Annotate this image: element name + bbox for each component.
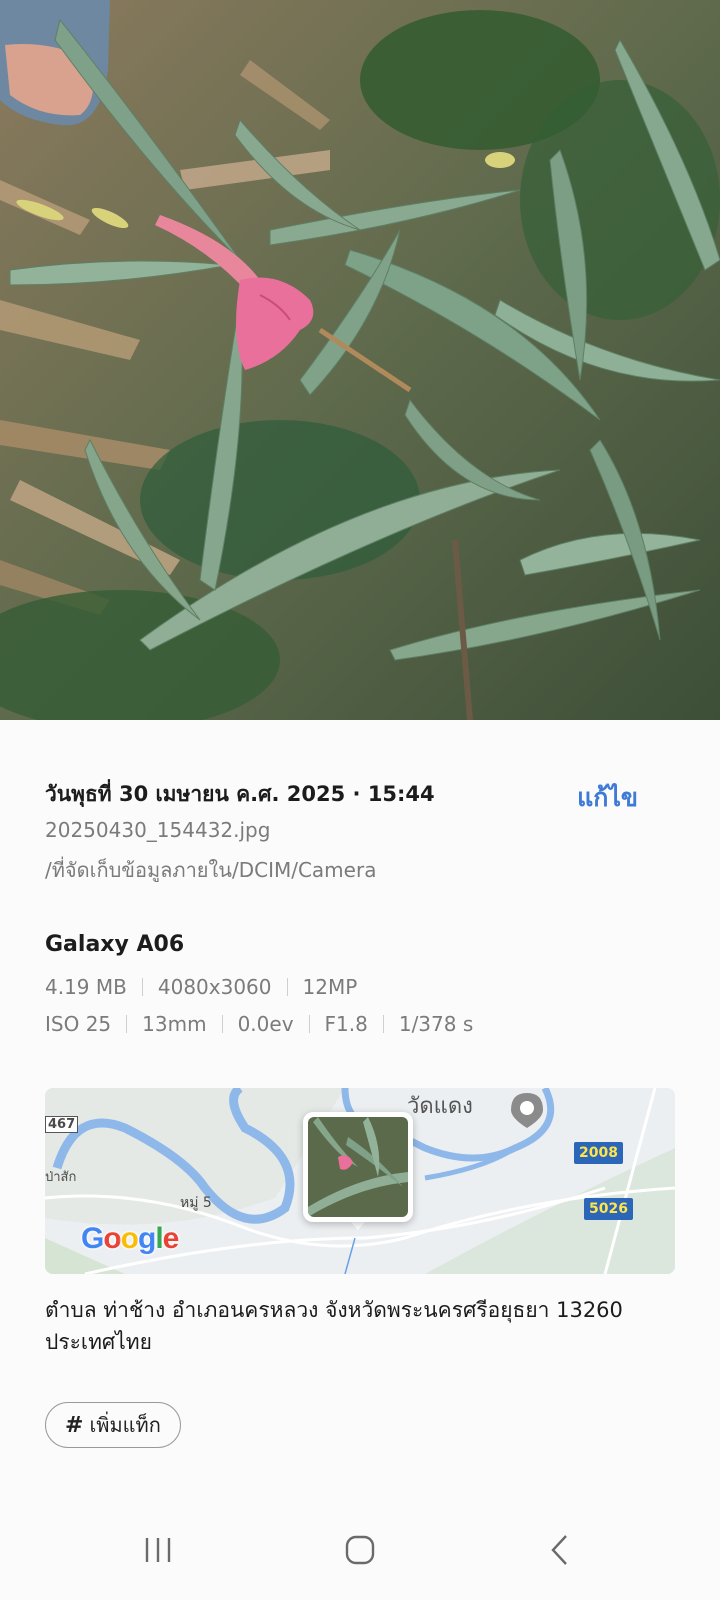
focal-length: 13mm <box>142 1012 207 1036</box>
back-icon <box>551 1535 567 1565</box>
divider <box>141 978 143 996</box>
aperture: F1.8 <box>324 1012 368 1036</box>
device-name: Galaxy A06 <box>45 932 185 957</box>
back-button[interactable] <box>530 1528 590 1572</box>
map-road-label-467: 467 <box>45 1116 79 1133</box>
divider <box>286 978 288 996</box>
home-icon <box>345 1535 375 1565</box>
iso: ISO 25 <box>45 1012 112 1036</box>
divider <box>221 1015 223 1033</box>
location-address: ตำบล ท่าช้าง อำเภอนครหลวง จังหวัดพระนครศ… <box>45 1294 685 1358</box>
shutter-speed: 1/378 s <box>398 1012 474 1036</box>
date-row: วันพุธที่ 30 เมษายน ค.ศ. 2025 · 15:44 แก… <box>45 778 680 812</box>
address-line-1: ตำบล ท่าช้าง อำเภอนครหลวง จังหวัดพระนครศ… <box>45 1298 623 1322</box>
map-village-label: หมู่ 5 <box>180 1195 212 1211</box>
map-place-label: วัดแดง <box>407 1094 473 1119</box>
road-badge-5026: 5026 <box>584 1198 633 1220</box>
divider <box>126 1015 128 1033</box>
resolution: 4080x3060 <box>157 975 272 999</box>
exposure: 0.0ev <box>237 1012 294 1036</box>
details-panel: วันพุธที่ 30 เมษายน ค.ศ. 2025 · 15:44 แก… <box>0 720 720 1500</box>
location-map[interactable]: วัดแดง หมู่ 5 467 ป่าสัก 2008 5026 Googl… <box>45 1088 675 1274</box>
file-size: 4.19 MB <box>45 975 127 999</box>
map-side-label: ป่าสัก <box>45 1170 77 1185</box>
recent-apps-button[interactable] <box>128 1528 188 1572</box>
date-time: วันพุธที่ 30 เมษายน ค.ศ. 2025 · 15:44 <box>45 782 435 806</box>
home-button[interactable] <box>330 1528 390 1572</box>
recent-apps-icon <box>145 1538 171 1562</box>
divider <box>382 1015 384 1033</box>
address-line-2: ประเทศไทย <box>45 1330 152 1354</box>
thumbnail-pointer <box>350 1221 366 1230</box>
road-badge-2008: 2008 <box>574 1142 623 1164</box>
map-photo-thumbnail[interactable] <box>303 1112 413 1222</box>
megapixels: 12MP <box>302 975 358 999</box>
divider <box>308 1015 310 1033</box>
hash-icon: # <box>65 1412 84 1438</box>
photo-preview[interactable] <box>0 0 720 720</box>
file-meta-row: 4.19 MB 4080x3060 12MP <box>45 975 357 999</box>
file-path: /ที่จัดเก็บข้อมูลภายใน/DCIM/Camera <box>45 858 377 882</box>
add-tag-label: เพิ่มแท็ก <box>89 1413 161 1437</box>
system-navigation-bar <box>0 1500 720 1600</box>
file-name: 20250430_154432.jpg <box>45 818 271 842</box>
add-tag-button[interactable]: # เพิ่มแท็ก <box>45 1402 181 1448</box>
edit-button[interactable]: แก้ไข <box>577 778 638 818</box>
camera-meta-row: ISO 25 13mm 0.0ev F1.8 1/378 s <box>45 1012 473 1036</box>
google-logo: Google <box>81 1222 179 1255</box>
